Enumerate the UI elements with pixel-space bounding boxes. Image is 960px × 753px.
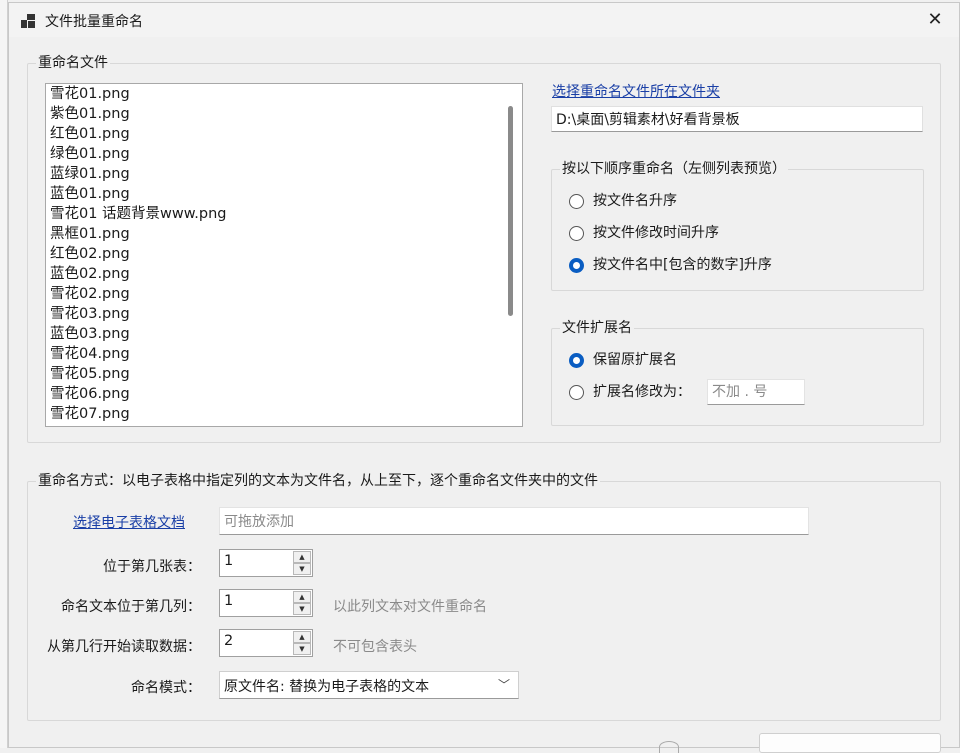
list-item[interactable]: 雪花04.png	[46, 344, 522, 364]
close-icon[interactable]: ✕	[915, 5, 955, 35]
app-icon	[21, 14, 35, 28]
keep-extension-option[interactable]: 保留原扩展名	[569, 349, 769, 371]
start-row-hint: 不可包含表头	[333, 639, 417, 655]
column-index-value: 1	[224, 593, 234, 609]
radio-icon	[569, 194, 584, 209]
spin-down-icon[interactable]: ▼	[293, 563, 311, 575]
list-item[interactable]: 蓝色03.png	[46, 324, 522, 344]
naming-mode-select[interactable]: 原文件名: 替换为电子表格的文本 ﹀	[219, 671, 519, 699]
files-group-label: 重命名文件	[36, 54, 110, 72]
list-item[interactable]: 雪花03.png	[46, 304, 522, 324]
method-group-label: 重命名方式：以电子表格中指定列的文本为文件名，从上至下，逐个重命名文件夹中的文件	[36, 472, 600, 490]
sheet-index-stepper[interactable]: 1 ▲ ▼	[219, 549, 313, 577]
order-option-mtime-asc[interactable]: 按文件修改时间升序	[569, 222, 909, 244]
naming-mode-value: 原文件名: 替换为电子表格的文本	[224, 679, 430, 695]
rename-dialog: 文件批量重命名 ✕ 重命名文件 雪花01.png 紫色01.png 红色01.png…	[8, 2, 960, 753]
radio-selected-icon	[569, 353, 584, 368]
order-option-number-asc[interactable]: 按文件名中[包含的数字]升序	[569, 254, 909, 276]
select-spreadsheet-link[interactable]: 选择电子表格文档	[73, 512, 185, 532]
spin-up-icon[interactable]: ▲	[293, 551, 311, 563]
radio-icon	[569, 385, 584, 400]
spreadsheet-file-input[interactable]: 可拖放添加	[219, 507, 809, 535]
start-row-label: 从第几行开始读取数据：	[47, 639, 201, 655]
extension-group: 文件扩展名	[551, 319, 924, 426]
list-item[interactable]: 蓝色01.png	[46, 184, 522, 204]
background-window-edge	[0, 0, 8, 748]
spin-down-icon[interactable]: ▼	[293, 603, 311, 615]
list-item[interactable]: 黑框01.png	[46, 224, 522, 244]
radio-selected-icon	[569, 258, 584, 273]
spin-up-icon[interactable]: ▲	[293, 591, 311, 603]
list-item[interactable]: 雪花01 话题背景www.png	[46, 204, 522, 224]
change-extension-option[interactable]: 扩展名修改为：	[569, 381, 709, 403]
list-item[interactable]: 雪花06.png	[46, 384, 522, 404]
start-row-value: 2	[224, 633, 234, 649]
list-item[interactable]: 雪花05.png	[46, 364, 522, 384]
select-folder-link[interactable]: 选择重命名文件所在文件夹	[552, 81, 720, 101]
partial-button[interactable]	[759, 733, 941, 753]
list-item[interactable]: 雪花01.png	[46, 84, 522, 104]
list-item[interactable]: 绿色01.png	[46, 144, 522, 164]
list-item[interactable]: 红色02.png	[46, 244, 522, 264]
order-group-label: 按以下顺序重命名（左侧列表预览）	[560, 160, 788, 178]
sheet-index-label: 位于第几张表：	[103, 559, 201, 575]
list-item[interactable]: 雪花02.png	[46, 284, 522, 304]
partial-control[interactable]	[659, 741, 679, 753]
file-list[interactable]: 雪花01.png 紫色01.png 红色01.png 绿色01.png 蓝绿01.png…	[45, 83, 523, 427]
column-hint: 以此列文本对文件重命名	[333, 599, 487, 615]
naming-mode-label: 命名模式：	[131, 680, 201, 696]
spin-down-icon[interactable]: ▼	[293, 643, 311, 655]
order-option-name-asc[interactable]: 按文件名升序	[569, 190, 909, 212]
list-item[interactable]: 蓝色02.png	[46, 264, 522, 284]
start-row-stepper[interactable]: 2 ▲ ▼	[219, 629, 313, 657]
chevron-down-icon: ﹀	[497, 678, 510, 692]
folder-path-field[interactable]: D:\桌面\剪辑素材\好看背景板	[551, 106, 923, 132]
extension-group-label: 文件扩展名	[560, 319, 634, 337]
window-title: 文件批量重命名	[45, 14, 143, 30]
list-item[interactable]: 雪花07.png	[46, 404, 522, 424]
column-index-stepper[interactable]: 1 ▲ ▼	[219, 589, 313, 617]
column-index-label: 命名文本位于第几列：	[61, 599, 201, 615]
list-item[interactable]: 红色01.png	[46, 124, 522, 144]
list-item[interactable]: 紫色01.png	[46, 104, 522, 124]
list-item[interactable]: 蓝绿01.png	[46, 164, 522, 184]
sheet-index-value: 1	[224, 553, 234, 569]
extension-input[interactable]: 不加 . 号	[707, 379, 805, 405]
spin-up-icon[interactable]: ▲	[293, 631, 311, 643]
radio-icon	[569, 226, 584, 241]
title-bar: 文件批量重命名 ✕	[9, 3, 959, 37]
list-scrollbar[interactable]	[508, 106, 513, 316]
